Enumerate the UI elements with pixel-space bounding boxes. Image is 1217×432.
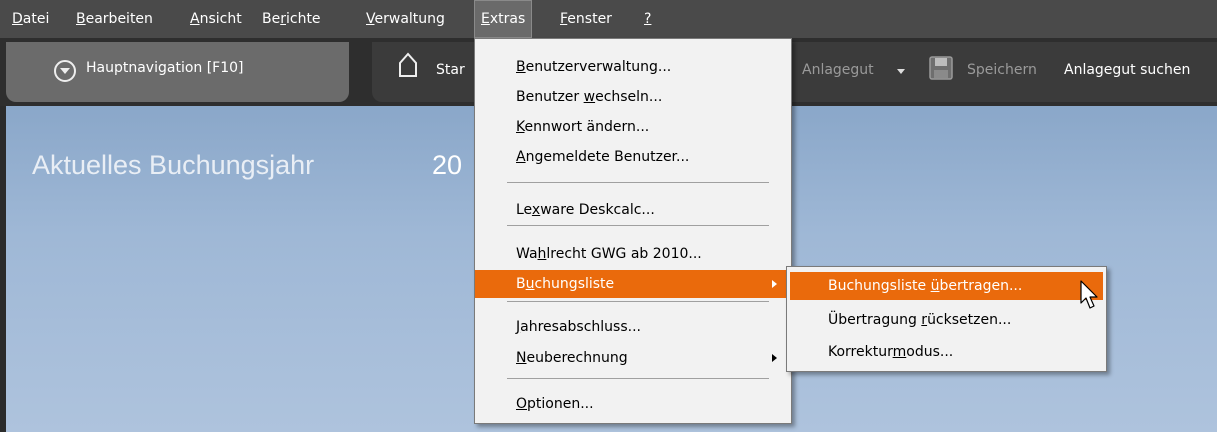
menu-item-wahlrecht-gwg[interactable]: Wahlrecht GWG ab 2010...	[475, 240, 791, 268]
menu-separator	[507, 182, 769, 183]
hauptnavigation-button[interactable]: Hauptnavigation [F10]	[6, 42, 349, 102]
hauptnavigation-label: Hauptnavigation [F10]	[86, 60, 244, 76]
menu-separator	[507, 225, 769, 226]
current-booking-year-value: 20	[432, 150, 463, 180]
buchungsliste-submenu: Buchungsliste übertragen... Übertragung …	[786, 266, 1107, 372]
chevron-right-icon	[772, 354, 777, 362]
anlagegut-dropdown-button[interactable]: Anlagegut	[802, 62, 874, 78]
menu-item-korrekturmodus[interactable]: Korrekturmodus...	[787, 338, 1106, 366]
save-button[interactable]: Speichern	[967, 62, 1037, 78]
chevron-right-icon	[772, 280, 777, 288]
menu-berichte[interactable]: Berichte	[256, 0, 327, 38]
menu-item-neuberechnung[interactable]: Neuberechnung	[475, 344, 791, 372]
menu-bar: Datei Bearbeiten Ansicht Berichte Verwal…	[0, 0, 1217, 38]
menu-ansicht[interactable]: Ansicht	[184, 0, 248, 38]
circle-chevron-down-icon	[54, 60, 76, 82]
menu-item-lexware-deskcalc[interactable]: Lexware Deskcalc...	[475, 196, 791, 224]
menu-bearbeiten[interactable]: Bearbeiten	[70, 0, 159, 38]
floppy-disk-icon[interactable]	[928, 55, 954, 81]
start-tab-label[interactable]: Star	[436, 62, 465, 78]
menu-item-benutzer-wechseln[interactable]: Benutzer wechseln...	[475, 83, 791, 111]
menu-datei[interactable]: Datei	[6, 0, 55, 38]
menu-item-kennwort-aendern[interactable]: Kennwort ändern...	[475, 113, 791, 141]
menu-separator	[507, 378, 769, 379]
menu-verwaltung[interactable]: Verwaltung	[360, 0, 451, 38]
menu-extras[interactable]: Extras	[474, 0, 533, 38]
menu-item-optionen[interactable]: Optionen...	[475, 390, 791, 418]
current-booking-year-label: Aktuelles Buchungsjahr	[32, 150, 315, 180]
chevron-down-icon[interactable]	[897, 69, 905, 74]
menu-item-angemeldete-benutzer[interactable]: Angemeldete Benutzer...	[475, 143, 791, 171]
menu-separator	[507, 301, 769, 302]
extras-dropdown-menu: Benutzerverwaltung... Benutzer wechseln.…	[474, 38, 792, 424]
mouse-pointer-icon	[1080, 280, 1098, 309]
home-icon[interactable]	[397, 52, 419, 78]
menu-item-jahresabschluss[interactable]: Jahresabschluss...	[475, 313, 791, 341]
menu-help[interactable]: ?	[638, 0, 657, 38]
anlagegut-suchen-button[interactable]: Anlagegut suchen	[1064, 62, 1190, 78]
menu-item-benutzerverwaltung[interactable]: Benutzerverwaltung...	[475, 53, 791, 81]
menu-item-uebertragung-ruecksetzen[interactable]: Übertragung rücksetzen...	[787, 306, 1106, 334]
menu-fenster[interactable]: Fenster	[554, 0, 618, 38]
menu-item-buchungsliste-uebertragen[interactable]: Buchungsliste übertragen...	[790, 272, 1103, 300]
menu-item-buchungsliste[interactable]: Buchungsliste	[475, 270, 791, 298]
